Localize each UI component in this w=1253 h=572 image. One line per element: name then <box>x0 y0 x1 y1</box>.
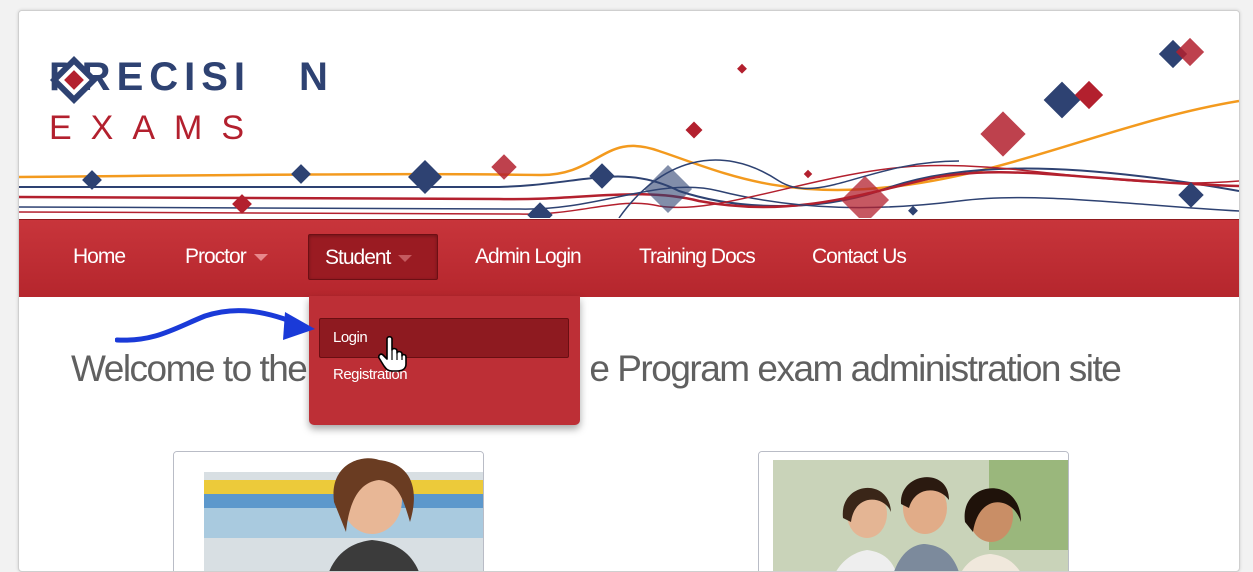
student-dropdown-menu: Login Registration <box>309 296 580 425</box>
curved-arrow-icon <box>115 308 315 343</box>
nav-proctor-label: Proctor <box>185 245 247 268</box>
nav-student-label: Student <box>325 246 391 269</box>
nav-contact-us[interactable]: Contact Us <box>798 234 920 280</box>
students-photo <box>759 452 1068 571</box>
nav-training-docs[interactable]: Training Docs <box>625 234 769 280</box>
welcome-heading: Welcome to the e Program exam administrat… <box>71 348 1122 389</box>
nav-admin-login-label: Admin Login <box>475 245 582 268</box>
brand-name-bottom: EXAMS <box>49 109 264 147</box>
proctor-photo <box>174 452 483 571</box>
hand-pointer-icon <box>378 336 407 372</box>
proctor-photo-card[interactable] <box>173 451 484 571</box>
main-navbar: Home Proctor Student Admin Login Trainin… <box>19 219 1239 297</box>
nav-admin-login[interactable]: Admin Login <box>461 234 595 280</box>
student-menu-login[interactable]: Login <box>319 318 569 358</box>
nav-student[interactable]: Student <box>308 234 438 280</box>
student-menu-registration[interactable]: Registration <box>319 360 581 390</box>
caret-down-icon <box>253 253 268 261</box>
page-frame: PRECISI N EXAMS Home Proctor Student Admi… <box>18 10 1240 572</box>
nav-training-docs-label: Training Docs <box>639 245 756 268</box>
nav-home[interactable]: Home <box>59 234 139 280</box>
student-photo-card[interactable] <box>758 451 1069 571</box>
nav-proctor[interactable]: Proctor <box>171 234 282 280</box>
header-banner: PRECISI N EXAMS <box>19 11 1239 218</box>
nav-home-label: Home <box>73 245 126 268</box>
caret-down-icon <box>398 254 413 262</box>
nav-contact-us-label: Contact Us <box>812 245 907 268</box>
diamond-logo-icon <box>49 55 99 105</box>
